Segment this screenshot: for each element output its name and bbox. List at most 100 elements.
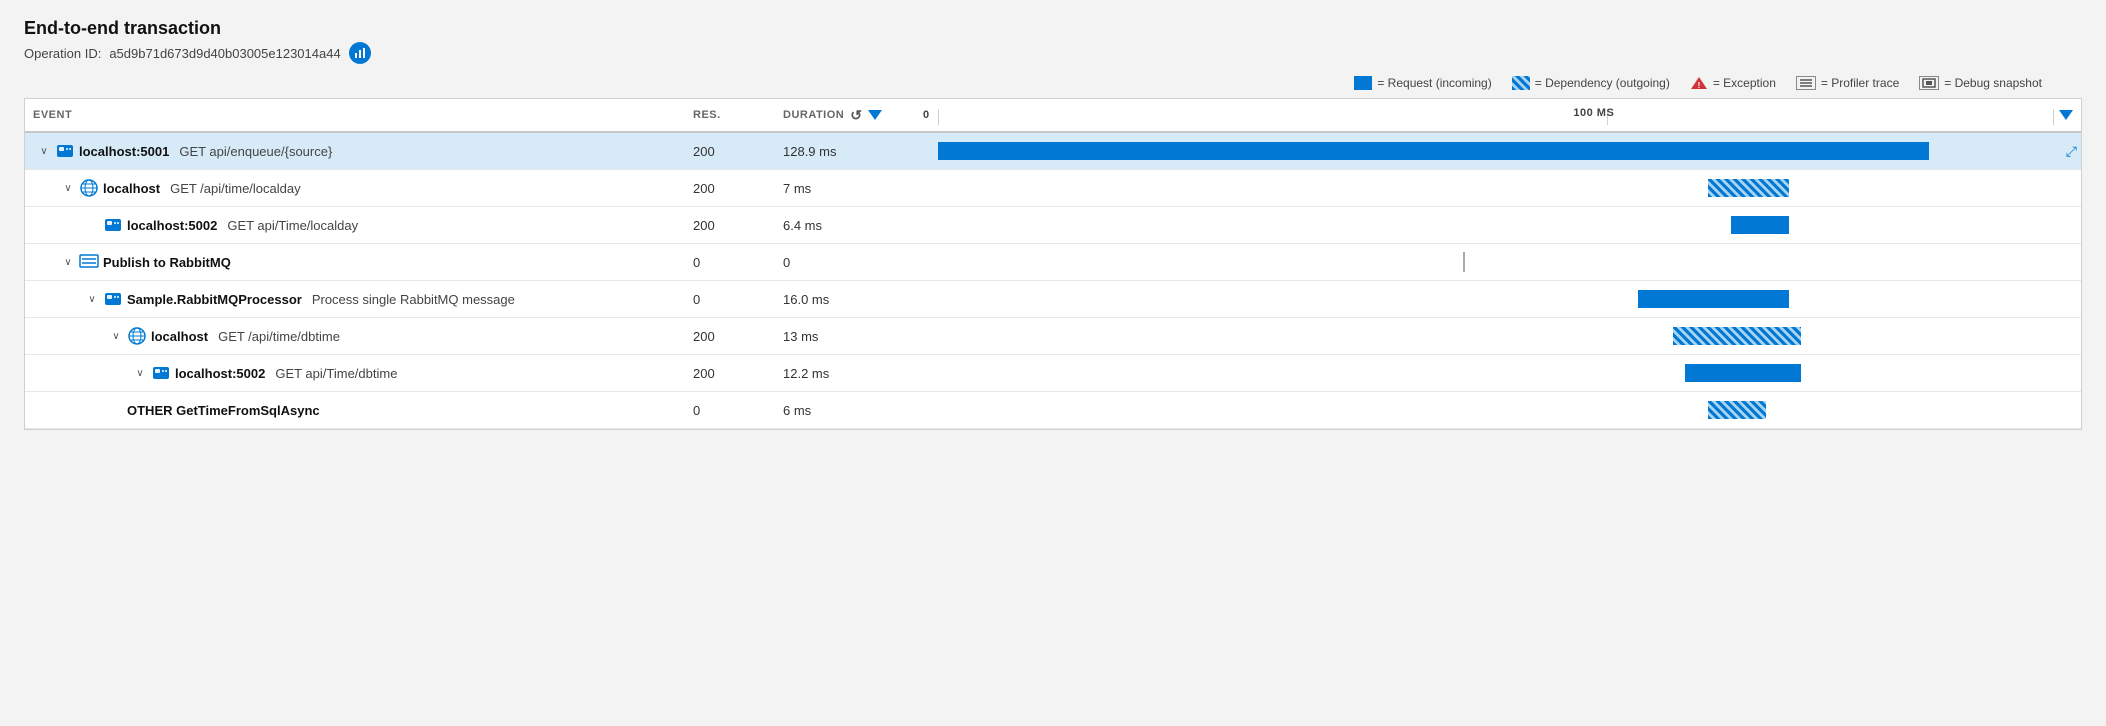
timeline-100ms-label: 100 MS [1573, 107, 1614, 119]
col-duration-header: DURATION ↺ [775, 107, 915, 124]
header-section: End-to-end transaction Operation ID: a5d… [24, 18, 2082, 64]
server-icon [103, 289, 123, 309]
duration-cell: 13 ms [775, 329, 915, 344]
timeline-cell [915, 392, 2081, 428]
chevron-icon[interactable]: ∨ [85, 294, 99, 305]
legend-debug: = Debug snapshot [1919, 76, 2042, 90]
event-cell: ∨ Publish to RabbitMQ [25, 247, 685, 278]
page-container: End-to-end transaction Operation ID: a5d… [0, 0, 2106, 726]
legend-exception-icon: ! [1690, 76, 1708, 90]
page-title: End-to-end transaction [24, 18, 2082, 39]
duration-cell: 6.4 ms [775, 218, 915, 233]
legend-request-label: = Request (incoming) [1377, 76, 1491, 90]
legend-dependency-label: = Dependency (outgoing) [1535, 76, 1670, 90]
insights-icon[interactable] [349, 42, 371, 64]
timeline-zero-label: 0 [923, 109, 930, 121]
timeline-bar-solid [1638, 290, 1790, 308]
server-icon [103, 215, 123, 235]
timeline-bar-solid [1685, 364, 1802, 382]
legend-dependency: = Dependency (outgoing) [1512, 76, 1670, 90]
event-cell: ∨ localhost:5001 GET api/enqueue/{source} [25, 135, 685, 167]
table-row: ∨ localhostGET /api/time/localday2007 ms [25, 170, 2081, 207]
res-cell: 200 [685, 218, 775, 233]
res-cell: 200 [685, 366, 775, 381]
duration-cell: 6 ms [775, 403, 915, 418]
event-cell: OTHER GetTimeFromSqlAsync [25, 397, 685, 424]
refresh-icon[interactable]: ↺ [850, 107, 862, 124]
legend-profiler-icon [1796, 76, 1816, 90]
duration-cell: 12.2 ms [775, 366, 915, 381]
table-row: ∨ localhost GET /api/time/dbtime 20013 ms [25, 318, 2081, 355]
event-detail: GET api/Time/localday [227, 218, 358, 233]
chevron-icon[interactable]: ∨ [61, 257, 75, 268]
timeline-bar-hatch [1708, 401, 1766, 419]
timeline-bar-solid [1731, 216, 1789, 234]
res-cell: 200 [685, 181, 775, 196]
legend-profiler-label: = Profiler trace [1821, 76, 1899, 90]
timeline-bar-solid [938, 142, 1929, 160]
table-row: OTHER GetTimeFromSqlAsync06 ms [25, 392, 2081, 429]
event-cell: ∨ localhost:5002 GET api/Time/dbtime [25, 357, 685, 389]
chevron-icon[interactable]: ∨ [109, 331, 123, 342]
timeline-cell [915, 244, 2081, 280]
event-name: localhost [103, 181, 160, 196]
event-detail: GET /api/time/dbtime [218, 329, 340, 344]
legend-dependency-icon [1512, 76, 1530, 90]
duration-cell: 0 [775, 255, 915, 270]
col-event-header: EVENT [25, 109, 685, 121]
chevron-icon[interactable]: ∨ [61, 183, 75, 194]
table-row: ∨ Sample.RabbitMQProcessor Process single… [25, 281, 2081, 318]
res-cell: 200 [685, 329, 775, 344]
col-res-header: RES. [685, 109, 775, 121]
table-row: ∨ localhost:5002 GET api/Time/dbtime 20012… [25, 355, 2081, 392]
event-name: localhost:5002 [127, 218, 217, 233]
event-name: localhost:5001 [79, 144, 169, 159]
legend-debug-label: = Debug snapshot [1944, 76, 2042, 90]
server-icon [55, 141, 75, 161]
timeline-cell [915, 355, 2081, 391]
res-cell: 0 [685, 403, 775, 418]
duration-cell: 7 ms [775, 181, 915, 196]
timeline-cell [915, 207, 2081, 243]
chevron-icon[interactable]: ∨ [37, 146, 51, 157]
table-row: ∨ localhost:5001 GET api/enqueue/{source}… [25, 133, 2081, 170]
event-cell: ∨ localhostGET /api/time/localday [25, 172, 685, 204]
operation-row: Operation ID: a5d9b71d673d9d40b03005e123… [24, 42, 2082, 64]
event-name: Sample.RabbitMQProcessor [127, 292, 302, 307]
event-name: Publish to RabbitMQ [103, 255, 231, 270]
legend-debug-icon [1919, 76, 1939, 90]
event-name: localhost:5002 [175, 366, 265, 381]
event-detail: GET api/enqueue/{source} [179, 144, 332, 159]
timeline-filter-icon[interactable] [2059, 110, 2073, 120]
legend-request-icon [1354, 76, 1372, 90]
chevron-icon[interactable]: ∨ [133, 368, 147, 379]
timeline-cell [915, 281, 2081, 317]
event-cell: localhost:5002 GET api/Time/localday [25, 209, 685, 241]
server-icon [151, 363, 171, 383]
event-cell: ∨ localhost GET /api/time/dbtime [25, 320, 685, 352]
event-detail: GET api/Time/dbtime [275, 366, 397, 381]
col-timeline-header: 0 100 MS [915, 105, 2081, 125]
legend-bar: = Request (incoming) = Dependency (outgo… [24, 76, 2082, 90]
res-cell: 0 [685, 255, 775, 270]
duration-cell: 128.9 ms [775, 144, 915, 159]
queue-icon [79, 253, 99, 272]
table-header-row: EVENT RES. DURATION ↺ 0 100 MS [25, 99, 2081, 133]
res-cell: 0 [685, 292, 775, 307]
legend-profiler: = Profiler trace [1796, 76, 1899, 90]
trace-table: EVENT RES. DURATION ↺ 0 100 MS ∨ [24, 98, 2082, 430]
legend-exception: ! = Exception [1690, 76, 1776, 90]
timeline-cell [915, 170, 2081, 206]
event-name: localhost [151, 329, 208, 344]
duration-cell: 16.0 ms [775, 292, 915, 307]
operation-id-label: Operation ID: [24, 46, 101, 61]
filter-icon[interactable] [868, 110, 882, 120]
svg-text:!: ! [1697, 81, 1700, 90]
table-row: ∨ Publish to RabbitMQ00 [25, 244, 2081, 281]
event-detail: Process single RabbitMQ message [312, 292, 515, 307]
expand-timeline-button[interactable]: ⤢ [2066, 143, 2077, 160]
timeline-cell: ⤢ [915, 133, 2081, 169]
globe-icon [79, 178, 99, 198]
timeline-bar-hatch [1673, 327, 1801, 345]
globe-icon [127, 326, 147, 346]
